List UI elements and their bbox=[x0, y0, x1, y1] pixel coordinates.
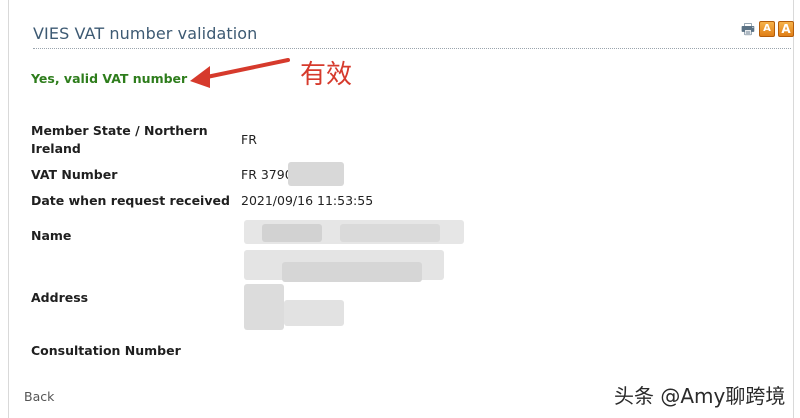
vat-number-label: VAT Number bbox=[31, 167, 118, 182]
vat-number-redaction bbox=[288, 162, 344, 186]
address-redaction-shade bbox=[282, 262, 422, 282]
address-redaction-line-3 bbox=[284, 300, 344, 326]
member-state-value: FR bbox=[241, 132, 257, 147]
annotation-arrow-icon bbox=[190, 58, 290, 88]
font-large-icon[interactable]: A bbox=[778, 21, 794, 37]
address-label: Address bbox=[31, 290, 89, 305]
name-label: Name bbox=[31, 228, 72, 243]
annotation-label: 有效 bbox=[300, 60, 353, 90]
font-small-icon[interactable]: A bbox=[759, 21, 775, 37]
name-redaction-shade-2 bbox=[340, 224, 440, 242]
back-link[interactable]: Back bbox=[24, 389, 54, 404]
watermark-text: 头条 @Amy聊跨境 bbox=[614, 384, 786, 408]
name-redaction-shade bbox=[262, 224, 322, 242]
address-redaction-line-2 bbox=[244, 284, 284, 330]
print-icon[interactable]: 🖶 bbox=[740, 21, 756, 37]
toolbar-icons: 🖶 A A bbox=[740, 21, 794, 37]
consultation-number-label: Consultation Number bbox=[31, 343, 181, 358]
vat-number-value: FR 3790 bbox=[241, 167, 293, 182]
title-divider bbox=[33, 48, 791, 49]
page-title: VIES VAT number validation bbox=[33, 24, 258, 43]
validation-status: Yes, valid VAT number bbox=[31, 71, 188, 86]
member-state-label: Member State / Northern Ireland bbox=[31, 123, 208, 156]
date-value: 2021/09/16 11:53:55 bbox=[241, 193, 374, 208]
date-label: Date when request received bbox=[31, 193, 230, 208]
